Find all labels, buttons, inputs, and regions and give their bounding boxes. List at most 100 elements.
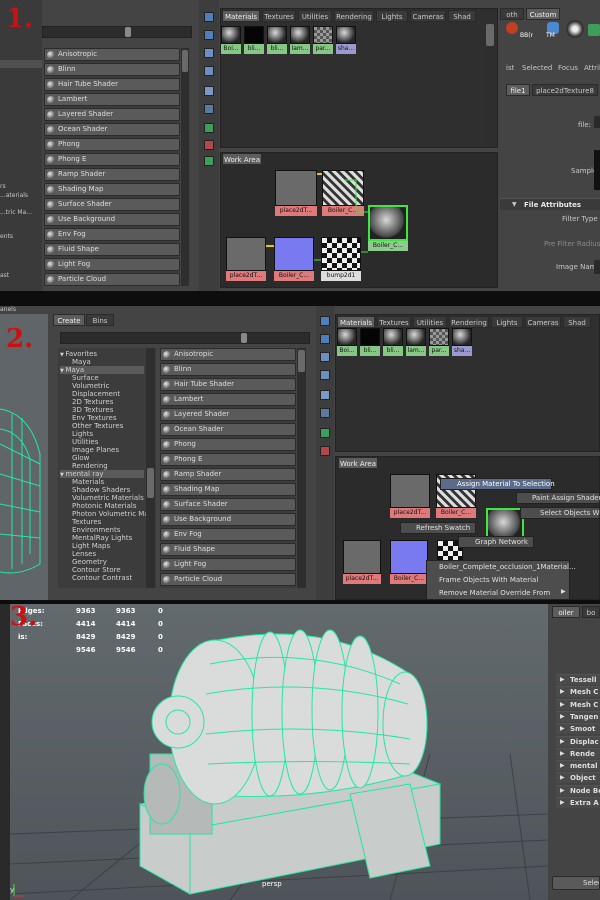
- menu-item-frame-objects[interactable]: Frame Objects With Material: [439, 576, 538, 584]
- tab-materials[interactable]: Materials: [337, 316, 375, 328]
- menu-item-paint-assign[interactable]: Paint Assign Shader: [516, 492, 600, 504]
- tab-lights[interactable]: Lights: [491, 316, 523, 328]
- attribute-section[interactable]: Mesh C: [556, 698, 600, 710]
- graph-icon[interactable]: [204, 12, 214, 22]
- tab-work-area[interactable]: Work Area: [338, 457, 378, 469]
- attribute-section[interactable]: Displac: [556, 735, 600, 747]
- graph-icon[interactable]: [320, 408, 330, 418]
- attribute-section[interactable]: Smoot: [556, 723, 600, 735]
- shader-button[interactable]: Use Background: [160, 513, 296, 526]
- tab-utilities[interactable]: Utilities: [413, 316, 447, 328]
- graph-icon[interactable]: [320, 316, 330, 326]
- tree-item[interactable]: Volumetric: [72, 382, 144, 390]
- menu-item-occlusion[interactable]: Boiler_Complete_occlusion_1Material...: [439, 563, 576, 571]
- graph-icon[interactable]: [204, 140, 214, 150]
- graph-icon[interactable]: [320, 352, 330, 362]
- shader-button[interactable]: Use Background: [44, 213, 180, 226]
- attribute-section[interactable]: mental: [556, 760, 600, 772]
- shader-button[interactable]: Lambert: [160, 393, 296, 406]
- tree-item[interactable]: Rendering: [72, 462, 144, 470]
- tab-lights[interactable]: Lights: [376, 10, 408, 22]
- tree-item[interactable]: ▼ mental ray: [60, 470, 144, 478]
- shelf-icon[interactable]: [588, 24, 600, 36]
- tab-shelf[interactable]: oth: [500, 8, 524, 20]
- attribute-section[interactable]: Tessell: [556, 674, 600, 685]
- node-place2d[interactable]: place2dT...: [390, 474, 430, 520]
- image-name-field[interactable]: [594, 260, 600, 274]
- shader-button[interactable]: Env Fog: [160, 528, 296, 541]
- graph-icon[interactable]: [204, 123, 214, 133]
- tree-item[interactable]: 3D Textures: [72, 406, 144, 414]
- material-swatch[interactable]: Boi...: [221, 26, 241, 54]
- tab-rendering[interactable]: Rendering: [449, 316, 489, 328]
- menu-focus[interactable]: Focus: [558, 64, 578, 72]
- tab-materials[interactable]: Materials: [222, 10, 260, 22]
- shader-button[interactable]: Surface Shader: [44, 198, 180, 211]
- file-field[interactable]: [594, 116, 600, 128]
- tree-item[interactable]: Utilities: [72, 438, 144, 446]
- material-swatch[interactable]: bli...: [267, 26, 287, 54]
- tree-item[interactable]: Geometry: [72, 558, 144, 566]
- attribute-section[interactable]: Extra A: [556, 797, 600, 808]
- file-attributes-section[interactable]: ▼ File Attributes: [500, 198, 600, 210]
- tab-bins[interactable]: Bins: [86, 314, 114, 326]
- shader-list-scrollbar[interactable]: [297, 348, 306, 588]
- attribute-section[interactable]: Mesh C: [556, 686, 600, 698]
- shader-button[interactable]: Ramp Shader: [44, 168, 180, 181]
- tab-textures[interactable]: Textures: [262, 10, 296, 22]
- menu-attributes[interactable]: Attrib: [584, 64, 600, 72]
- material-swatch[interactable]: par...: [429, 328, 449, 356]
- shader-button[interactable]: Particle Cloud: [160, 573, 296, 586]
- tree-item[interactable]: Light Maps: [72, 542, 144, 550]
- graph-icon[interactable]: [320, 334, 330, 344]
- tree-item[interactable]: ▼ Favorites: [60, 350, 144, 358]
- tab-custom[interactable]: Custom: [526, 8, 560, 20]
- shader-button[interactable]: Light Fog: [160, 558, 296, 571]
- tree-item[interactable]: Contour Store: [72, 566, 144, 574]
- graph-icon[interactable]: [320, 428, 330, 438]
- tree-scrollbar[interactable]: [146, 348, 155, 588]
- graph-icon[interactable]: [204, 66, 214, 76]
- tree-item[interactable]: Displacement: [72, 390, 144, 398]
- material-swatch[interactable]: bli...: [383, 328, 403, 356]
- select-button[interactable]: Selec: [552, 876, 600, 890]
- slider-handle[interactable]: [125, 27, 131, 37]
- shader-button[interactable]: Surface Shader: [160, 498, 296, 511]
- panels-menu[interactable]: anels: [0, 306, 16, 313]
- shader-button[interactable]: Phong: [44, 138, 180, 151]
- attribute-section[interactable]: Node Be: [556, 784, 600, 796]
- attribute-section[interactable]: Object: [556, 772, 600, 784]
- material-swatch[interactable]: sha...: [336, 26, 356, 54]
- material-swatch[interactable]: par...: [313, 26, 333, 54]
- tab-place2dtexture[interactable]: place2dTexture8: [532, 84, 598, 96]
- graph-icon[interactable]: [320, 446, 330, 456]
- shader-button[interactable]: Anisotropic: [160, 348, 296, 361]
- tab-rendering[interactable]: Rendering: [334, 10, 374, 22]
- materials-scrollbar[interactable]: [485, 22, 495, 146]
- menu-item-assign-material[interactable]: Assign Material To Selection: [440, 478, 555, 490]
- tab-shad[interactable]: Shad: [448, 10, 476, 22]
- tab-utilities[interactable]: Utilities: [298, 10, 332, 22]
- tab-cameras[interactable]: Cameras: [525, 316, 561, 328]
- shader-button[interactable]: Layered Shader: [160, 408, 296, 421]
- shader-button[interactable]: Hair Tube Shader: [44, 78, 180, 91]
- menu-item-select-objects[interactable]: Select Objects With: [520, 507, 600, 519]
- node-boiler-texture[interactable]: Boiler_C...: [390, 540, 428, 586]
- graph-icon[interactable]: [204, 156, 214, 166]
- shader-list-scrollbar[interactable]: [181, 48, 189, 286]
- material-swatch[interactable]: bli...: [244, 26, 264, 54]
- shader-button[interactable]: Fluid Shape: [160, 543, 296, 556]
- shader-button[interactable]: Lambert: [44, 93, 180, 106]
- shader-button[interactable]: Blinn: [160, 363, 296, 376]
- tree-item[interactable]: Maya: [72, 358, 144, 366]
- tab-boiler[interactable]: oiler: [552, 606, 580, 618]
- tree-item[interactable]: Lenses: [72, 550, 144, 558]
- shader-button[interactable]: Ocean Shader: [44, 123, 180, 136]
- tree-item[interactable]: Materials: [72, 478, 144, 486]
- outliner-item[interactable]: ...aterials: [0, 192, 28, 199]
- tab-shad[interactable]: Shad: [563, 316, 591, 328]
- shader-button[interactable]: Anisotropic: [44, 48, 180, 61]
- shader-button[interactable]: Ocean Shader: [160, 423, 296, 436]
- graph-icon[interactable]: [320, 370, 330, 380]
- attribute-section[interactable]: Tangen: [556, 710, 600, 722]
